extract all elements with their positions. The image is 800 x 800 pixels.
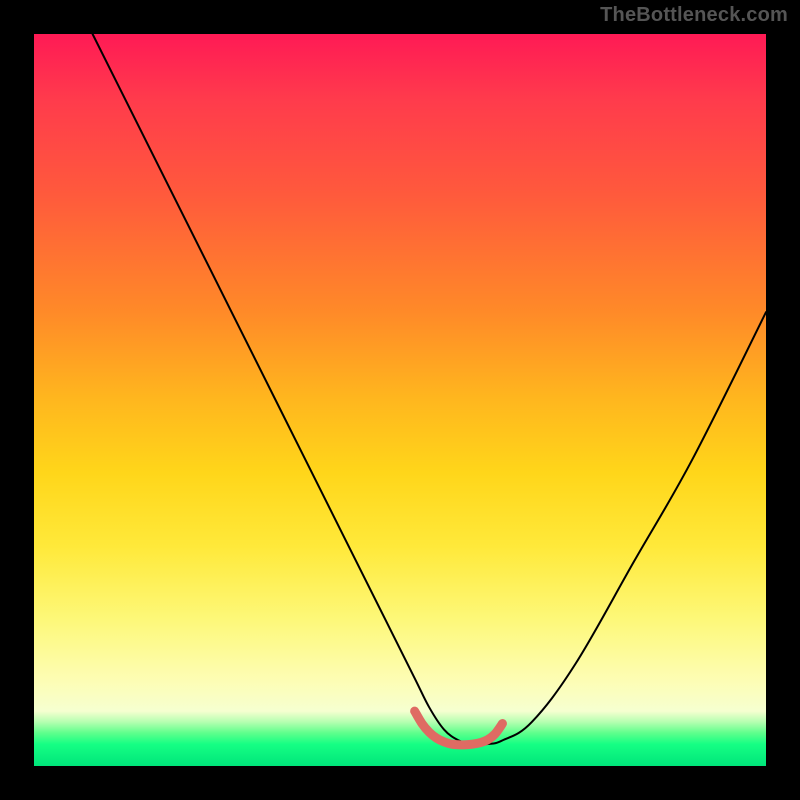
- chart-svg: [34, 34, 766, 766]
- bottleneck-curve: [93, 34, 766, 745]
- chart-frame: TheBottleneck.com: [0, 0, 800, 800]
- plot-area: [34, 34, 766, 766]
- watermark-text: TheBottleneck.com: [600, 4, 788, 27]
